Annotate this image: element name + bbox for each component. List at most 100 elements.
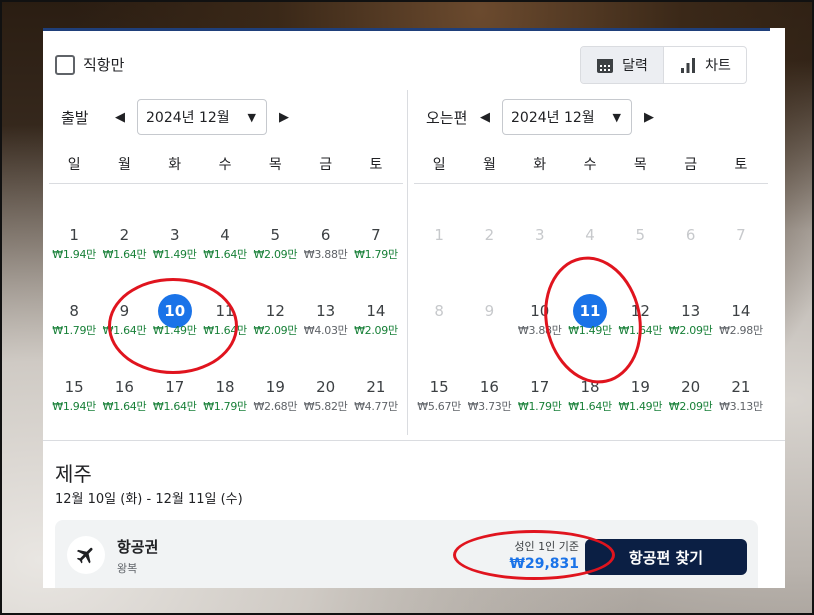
return-month-select[interactable]: 2024년 12월 ▼	[502, 99, 632, 135]
calendar-day[interactable]: 11 ₩1.64만	[200, 272, 250, 348]
calendar-day[interactable]: 20 ₩2.09만	[665, 348, 715, 424]
panel-top-border	[43, 28, 770, 31]
prev-month-icon[interactable]: ◀	[109, 106, 131, 128]
calendar-day: 8	[414, 272, 464, 348]
calendar-divider	[407, 90, 408, 435]
calendar-day: 7	[716, 196, 766, 272]
day-price: ₩2.68만	[253, 400, 298, 413]
calendar-day[interactable]: 14 ₩2.09만	[351, 272, 401, 348]
direct-only-label: 직항만	[83, 56, 125, 74]
weekday-header: 일 월 화 수 목 금 토	[414, 144, 768, 184]
calendar-day[interactable]: 19 ₩2.68만	[250, 348, 300, 424]
find-flights-button[interactable]: 항공편 찾기	[585, 539, 747, 575]
return-label: 오는편	[426, 108, 468, 127]
calendar-day[interactable]: 15 ₩5.67만	[414, 348, 464, 424]
day-number: 2	[484, 226, 495, 244]
day-price: ₩2.09만	[253, 324, 298, 337]
calendar-view-button[interactable]: 달력	[581, 47, 663, 83]
calendar-day[interactable]: 5 ₩2.09만	[250, 196, 300, 272]
weekday: 토	[369, 156, 383, 173]
departure-month-select[interactable]: 2024년 12월 ▼	[137, 99, 267, 135]
calendar-day[interactable]: 14 ₩2.98만	[716, 272, 766, 348]
calendar-day[interactable]: 21 ₩4.77만	[351, 348, 401, 424]
calendar-day[interactable]: 18 ₩1.79만	[200, 348, 250, 424]
chart-view-label: 차트	[705, 58, 731, 74]
calendar-day[interactable]: 19 ₩1.49만	[615, 348, 665, 424]
day-number: 7	[736, 226, 746, 244]
day-price: ₩1.64만	[152, 400, 197, 413]
calendar-day[interactable]: 9 ₩1.64만	[99, 272, 149, 348]
day-price: ₩1.49만	[568, 324, 612, 337]
calendar-day-selected[interactable]: 11 ₩1.49만	[565, 272, 615, 348]
caret-down-icon: ▼	[247, 110, 256, 124]
day-price: ₩1.64만	[102, 400, 147, 413]
departure-day-grid: 1 ₩1.94만 2 ₩1.64만 3 ₩1.49만 4 ₩1.64만 5 ₩2.09만 6 ₩3.8…	[49, 184, 403, 424]
day-number: 6	[685, 226, 696, 244]
destination-title: 제주	[55, 462, 92, 486]
calendar-day[interactable]: 7 ₩1.79만	[351, 196, 401, 272]
calendar-day[interactable]: 18 ₩1.64만	[565, 348, 615, 424]
prev-month-icon[interactable]: ◀	[474, 106, 496, 128]
day-price: ₩1.64만	[102, 324, 147, 337]
calendar-day[interactable]: 4 ₩1.64만	[200, 196, 250, 272]
calendar-day[interactable]: 12 ₩1.64만	[615, 272, 665, 348]
calendar-day[interactable]: 6 ₩3.88만	[300, 196, 350, 272]
day-price: ₩2.09만	[668, 400, 713, 413]
day-price: ₩1.79만	[52, 324, 96, 337]
day-number: 1	[434, 226, 444, 244]
ticket-type: 왕복	[117, 562, 138, 575]
calendar-day: 2	[464, 196, 514, 272]
day-number: 3	[534, 226, 545, 244]
section-divider	[43, 440, 785, 441]
day-number: 8	[434, 302, 444, 320]
calendar-day[interactable]: 16 ₩3.73만	[464, 348, 514, 424]
day-price: ₩1.49만	[618, 400, 663, 413]
day-price: ₩3.13만	[719, 400, 763, 413]
day-number: 5	[635, 226, 646, 244]
calendar-day: 3	[515, 196, 565, 272]
day-price: ₩1.64만	[568, 400, 612, 413]
day-price: ₩3.88만	[303, 248, 348, 261]
chart-view-button[interactable]: 차트	[663, 47, 746, 83]
weekday: 금	[319, 156, 333, 173]
day-price: ₩1.64만	[203, 324, 247, 337]
flight-calendar-panel: 직항만 달력 차트 출발 ◀ 2024년 12월 ▼ ▶ 일 월 화 수 목 금…	[43, 28, 785, 588]
weekday: 토	[734, 156, 748, 173]
calendar-day: 6	[665, 196, 715, 272]
calendar-day[interactable]: 13 ₩2.09만	[665, 272, 715, 348]
calendar-day[interactable]: 2 ₩1.64만	[99, 196, 149, 272]
calendar-day[interactable]: 16 ₩1.64만	[99, 348, 149, 424]
day-price: ₩3.73만	[467, 400, 512, 413]
view-toggle: 달력 차트	[580, 46, 747, 84]
calendar-day-selected[interactable]: 10 ₩1.49만	[150, 272, 200, 348]
selected-date-range: 12월 10일 (화) - 12월 11일 (수)	[55, 492, 243, 507]
day-number: 9	[484, 302, 495, 320]
day-price: ₩1.49만	[152, 248, 197, 261]
calendar-day[interactable]: 13 ₩4.03만	[300, 272, 350, 348]
next-month-icon[interactable]: ▶	[273, 106, 295, 128]
day-price: ₩1.79만	[517, 400, 562, 413]
calendar-day[interactable]: 15 ₩1.94만	[49, 348, 99, 424]
calendar-day[interactable]: 3 ₩1.49만	[150, 196, 200, 272]
calendar-day[interactable]: 20 ₩5.82만	[300, 348, 350, 424]
calendar-day[interactable]: 21 ₩3.13만	[716, 348, 766, 424]
return-month-header: 오는편 ◀ 2024년 12월 ▼ ▶	[414, 90, 768, 144]
calendar-day[interactable]: 17 ₩1.79만	[515, 348, 565, 424]
departure-month-header: 출발 ◀ 2024년 12월 ▼ ▶	[49, 90, 403, 144]
day-price: ₩5.82만	[303, 400, 348, 413]
fare-summary-card: 항공권 왕복 성인 1인 기준 ₩29,831 항공편 찾기	[55, 520, 758, 588]
day-price: ₩1.64만	[618, 324, 663, 337]
calendar-day[interactable]: 10 ₩3.88만	[515, 272, 565, 348]
direct-only-checkbox[interactable]	[55, 54, 75, 75]
next-month-icon[interactable]: ▶	[638, 106, 660, 128]
calendar-week-row: 1 2 3 4 5 6 7	[414, 196, 768, 272]
total-price: ₩29,831	[509, 556, 579, 572]
calendar-day[interactable]: 1 ₩1.94만	[49, 196, 99, 272]
calendar-day[interactable]: 12 ₩2.09만	[250, 272, 300, 348]
day-price: ₩1.94만	[52, 248, 96, 261]
calendar-day[interactable]: 17 ₩1.64만	[150, 348, 200, 424]
departure-label: 출발	[61, 108, 89, 127]
direct-only-filter[interactable]: 직항만	[55, 54, 124, 75]
calendar-day[interactable]: 8 ₩1.79만	[49, 272, 99, 348]
weekday: 금	[684, 156, 698, 173]
